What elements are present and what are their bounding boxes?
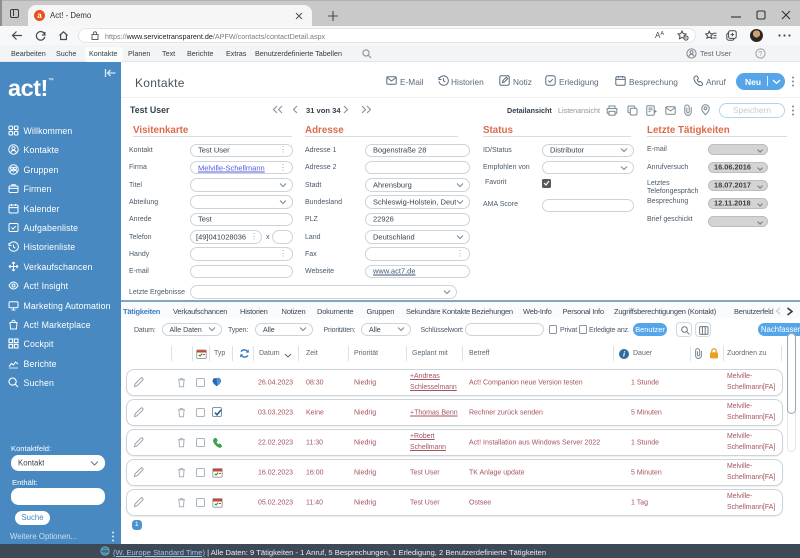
svg-text:?: ? <box>759 51 763 58</box>
